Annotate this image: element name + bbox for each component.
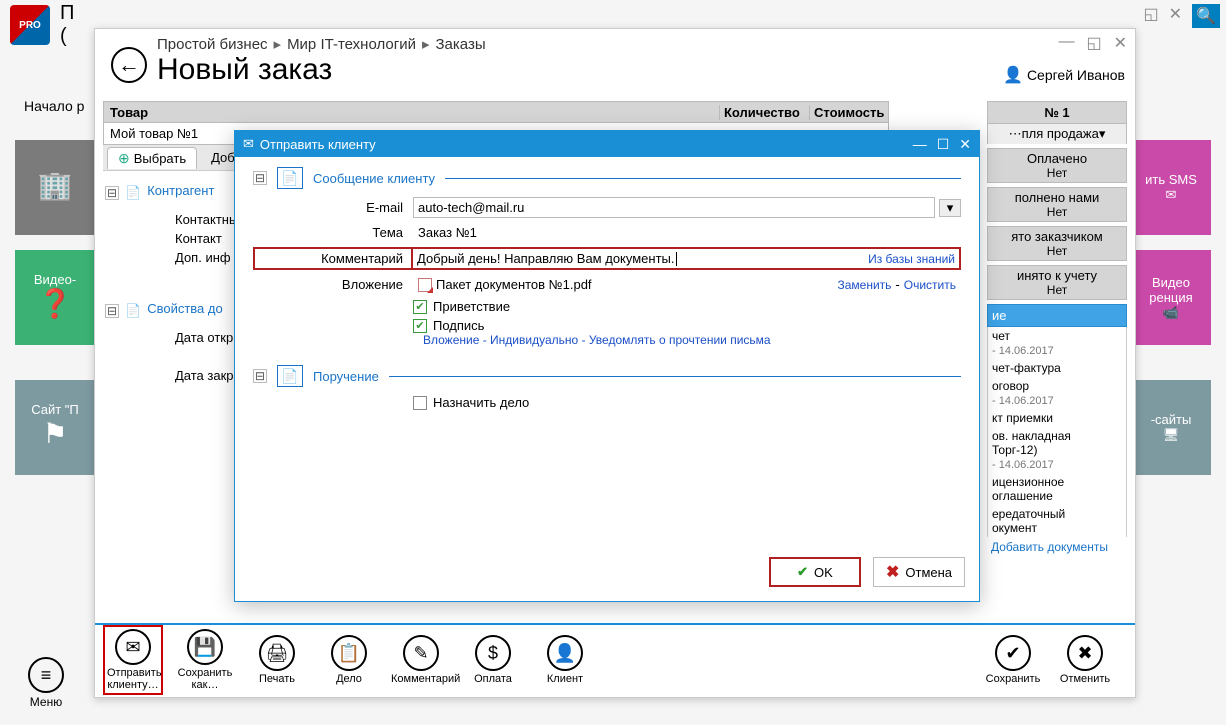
signature-checkbox[interactable]: ✔Подпись bbox=[413, 318, 961, 333]
send-to-client-modal: ✉ Отправить клиенту — ☐ ✕ ⊟ 📄 Сообщение … bbox=[234, 130, 980, 602]
right-status-panel: № 1 ⋯пля продажа▾ ОплаченоНет полнено на… bbox=[987, 101, 1127, 557]
knowledge-base-link[interactable]: Из базы знаний bbox=[868, 252, 955, 266]
cancel-button[interactable]: ✖Отменить bbox=[1055, 635, 1115, 685]
clear-link[interactable]: Очистить bbox=[904, 278, 956, 292]
crumb-1[interactable]: Простой бизнес bbox=[157, 36, 268, 53]
email-field[interactable]: auto-tech@mail.ru bbox=[413, 197, 935, 218]
document-edit-icon: 📄 bbox=[277, 167, 303, 189]
separator bbox=[95, 623, 1135, 625]
tile-video-right[interactable]: Видео ренция📹 bbox=[1131, 250, 1211, 345]
doc-list-item[interactable]: ицензионноеоглашение bbox=[987, 473, 1127, 505]
client-button[interactable]: 👤Клиент bbox=[535, 635, 595, 685]
attachment-field[interactable]: Пакет документов №1.pdf Заменить - Очист… bbox=[413, 274, 961, 295]
document-edit-icon: 📄 bbox=[125, 185, 141, 201]
tile-videoconf[interactable]: Видео-❓ bbox=[15, 250, 95, 345]
document-edit-icon: 📄 bbox=[277, 365, 303, 387]
cancel-button[interactable]: ✖Отмена bbox=[873, 557, 965, 587]
doc-list-item[interactable]: чет- 14.06.2017 bbox=[987, 327, 1127, 359]
search-icon[interactable]: 🔍 bbox=[1192, 4, 1220, 28]
section-task: Поручение bbox=[313, 369, 379, 384]
window-restore-icon[interactable]: ◱ bbox=[1086, 33, 1101, 53]
app-title-fragment: П( bbox=[60, 2, 74, 48]
collapse-icon[interactable]: ⊟ bbox=[105, 186, 119, 200]
bottom-toolbar: ✉Отправить клиенту… 💾Сохранить как… 🖨Печ… bbox=[95, 627, 1135, 693]
grid-header: Товар Количество Стоимость bbox=[103, 101, 889, 123]
mail-icon: ✉ bbox=[243, 136, 254, 152]
status-done[interactable]: полнено намиНет bbox=[987, 187, 1127, 222]
user-icon: 👤 bbox=[1003, 65, 1023, 85]
tab-select[interactable]: ⊕Выбрать bbox=[107, 147, 197, 169]
start-label: Начало р bbox=[24, 98, 84, 114]
modal-close-icon[interactable]: ✕ bbox=[959, 136, 971, 153]
save-as-button[interactable]: 💾Сохранить как… bbox=[175, 629, 235, 691]
modal-maximize-icon[interactable]: ☐ bbox=[937, 136, 950, 153]
app-logo: PRO bbox=[10, 5, 50, 45]
email-label: E-mail bbox=[253, 200, 413, 215]
section-counterparty: Контрагент bbox=[147, 183, 214, 198]
ok-button[interactable]: ✔OK bbox=[769, 557, 861, 587]
comment-label: Комментарий bbox=[253, 247, 411, 270]
collapse-icon[interactable]: ⊟ bbox=[253, 369, 267, 383]
doc-selected[interactable]: ие bbox=[987, 304, 1127, 327]
tile-site[interactable]: Сайт "П⚑ bbox=[15, 380, 95, 475]
subject-field[interactable]: Заказ №1 bbox=[413, 222, 961, 243]
tile-sites-right[interactable]: -сайты🖥 bbox=[1131, 380, 1211, 475]
print-button[interactable]: 🖨Печать bbox=[247, 635, 307, 685]
doc-list-item[interactable]: ередаточныйокумент bbox=[987, 505, 1127, 537]
window-minimize-icon[interactable]: — bbox=[1058, 33, 1074, 53]
restore-icon[interactable]: ◱ bbox=[1143, 4, 1158, 28]
task-button[interactable]: 📋Дело bbox=[319, 635, 379, 685]
send-to-client-button[interactable]: ✉Отправить клиенту… bbox=[103, 625, 163, 695]
replace-link[interactable]: Заменить bbox=[837, 278, 891, 292]
assign-task-checkbox[interactable]: ✔Назначить дело bbox=[413, 395, 961, 410]
modal-title-bar[interactable]: ✉ Отправить клиенту — ☐ ✕ bbox=[235, 131, 979, 157]
document-edit-icon: 📄 bbox=[125, 303, 141, 319]
user-name[interactable]: Сергей Иванов bbox=[1027, 67, 1125, 83]
tile-sms[interactable]: ить SMS✉ bbox=[1131, 140, 1211, 235]
order-number: № 1 bbox=[987, 101, 1127, 124]
doc-list-item[interactable]: оговор- 14.06.2017 bbox=[987, 377, 1127, 409]
payment-button[interactable]: $Оплата bbox=[463, 635, 523, 685]
doc-list-item[interactable]: ов. накладнаяТорг-12)- 14.06.2017 bbox=[987, 427, 1127, 473]
email-dropdown-icon[interactable]: ▾ bbox=[939, 199, 961, 217]
modal-minimize-icon[interactable]: — bbox=[913, 136, 927, 153]
crumb-3[interactable]: Заказы bbox=[435, 36, 485, 53]
subject-label: Тема bbox=[253, 225, 413, 240]
save-button[interactable]: ✔Сохранить bbox=[983, 635, 1043, 685]
crumb-2[interactable]: Мир IT-технологий bbox=[287, 36, 416, 53]
collapse-icon[interactable]: ⊟ bbox=[253, 171, 267, 185]
status-accepted[interactable]: ято заказчикомНет bbox=[987, 226, 1127, 261]
doc-list-item[interactable]: кт приемки bbox=[987, 409, 1127, 427]
close-icon[interactable]: ✕ bbox=[1169, 4, 1182, 28]
window-close-icon[interactable]: ✕ bbox=[1114, 33, 1127, 53]
pdf-icon bbox=[418, 278, 432, 292]
status-paid[interactable]: ОплаченоНет bbox=[987, 148, 1127, 183]
order-type-dropdown[interactable]: ⋯пля продажа▾ bbox=[987, 124, 1127, 144]
doc-list-item[interactable]: чет-фактура bbox=[987, 359, 1127, 377]
comment-field[interactable]: Добрый день! Направляю Вам документы. Из… bbox=[411, 247, 961, 270]
add-documents-link[interactable]: Добавить документы bbox=[987, 537, 1127, 557]
section-message: Сообщение клиенту bbox=[313, 171, 435, 186]
status-accounted[interactable]: инято к учетуНет bbox=[987, 265, 1127, 300]
main-menu-button[interactable]: ≡ Меню bbox=[28, 657, 64, 709]
breadcrumb: Простой бизнес▸ Мир IT-технологий▸ Заказ… bbox=[157, 35, 486, 53]
extra-links[interactable]: Вложение - Индивидуально - Уведомлять о … bbox=[423, 333, 961, 347]
page-title: Новый заказ bbox=[157, 53, 332, 87]
back-button[interactable]: ← bbox=[111, 47, 147, 83]
attachment-label: Вложение bbox=[253, 277, 413, 292]
tile-company[interactable]: 🏢 bbox=[15, 140, 95, 235]
greeting-checkbox[interactable]: ✔Приветствие bbox=[413, 299, 961, 314]
section-props: Свойства до bbox=[147, 301, 223, 316]
comment-button[interactable]: ✎Комментарий bbox=[391, 635, 451, 685]
collapse-icon[interactable]: ⊟ bbox=[105, 304, 119, 318]
